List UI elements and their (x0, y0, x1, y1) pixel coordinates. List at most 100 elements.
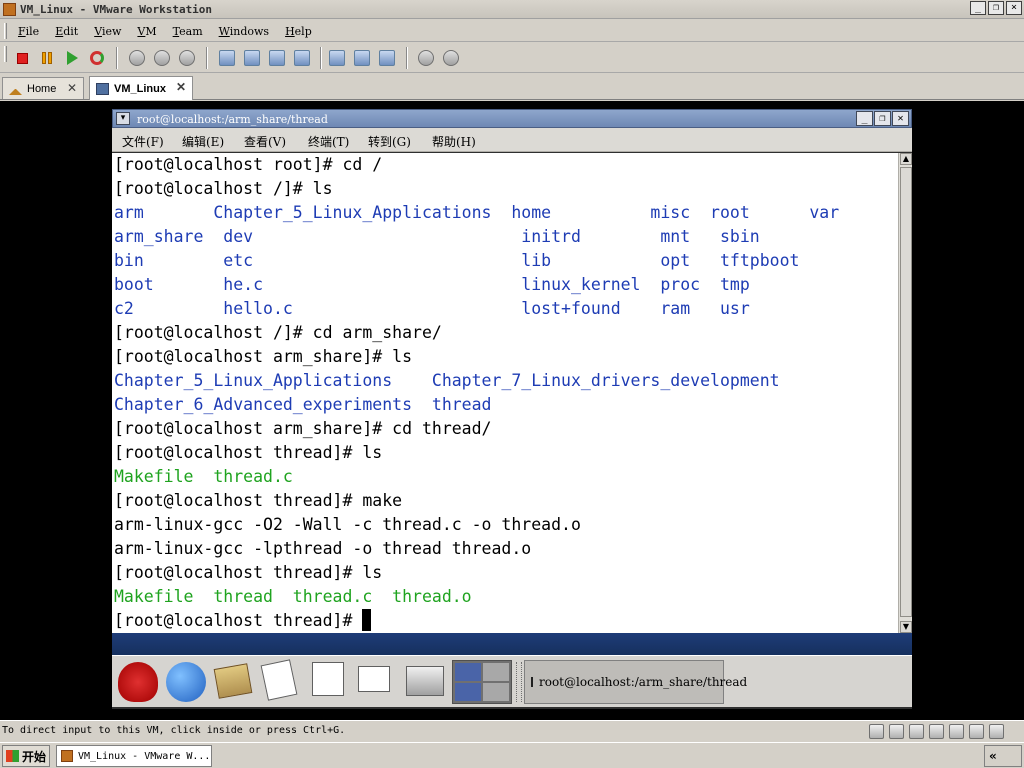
toolbar-separator (206, 47, 208, 69)
tray-expand-button[interactable]: « (984, 745, 1022, 767)
menu-help[interactable]: Help (285, 25, 312, 38)
terminal-menu-edit[interactable]: 编辑(E) (182, 133, 224, 150)
suspend-button[interactable] (37, 48, 57, 68)
guest-panel: root@localhost:/arm_share/thread (112, 655, 912, 707)
network-icon[interactable] (929, 724, 944, 739)
menu-view[interactable]: View (94, 25, 121, 38)
terminal-line: [root@localhost thread]# make (114, 491, 403, 510)
redhat-menu-icon[interactable] (118, 662, 158, 702)
terminal-line: [root@localhost thread]# ls (114, 443, 383, 462)
web-browser-icon[interactable] (166, 662, 206, 702)
terminal-title-bar[interactable]: ▾ root@localhost:/arm_share/thread _ ❐ ✕ (112, 109, 912, 128)
terminal-line: arm Chapter_5_Linux_Applications home mi… (114, 203, 840, 222)
tab-home-close-icon[interactable]: ✕ (67, 81, 77, 95)
power-on-button[interactable] (62, 48, 82, 68)
menu-vm[interactable]: VM (137, 25, 156, 38)
restore-button[interactable]: ❐ (988, 1, 1004, 15)
terminal-prompt-line: [root@localhost thread]# (114, 609, 898, 633)
spreadsheet-icon[interactable] (312, 662, 344, 696)
terminal-prompt: [root@localhost thread]# (114, 611, 363, 630)
toolbar-separator (406, 47, 408, 69)
hard-disk-icon[interactable] (869, 724, 884, 739)
terminal-task-button[interactable]: root@localhost:/arm_share/thread (524, 660, 747, 704)
workspace-pager[interactable] (452, 660, 512, 704)
menu-edit[interactable]: Edit (55, 25, 78, 38)
printer-icon[interactable] (406, 666, 444, 696)
message-log-icon[interactable] (989, 724, 1004, 739)
menu-team[interactable]: Team (173, 25, 203, 38)
scroll-up-icon[interactable]: ▲ (900, 153, 912, 165)
full-screen-button[interactable] (267, 48, 287, 68)
vm-console[interactable]: ▾ root@localhost:/arm_share/thread _ ❐ ✕… (0, 101, 1024, 720)
record-button[interactable] (416, 48, 436, 68)
close-button[interactable]: × (1006, 1, 1022, 15)
snapshot-manager-button[interactable] (177, 48, 197, 68)
presentation-icon[interactable] (358, 666, 390, 692)
writer-icon[interactable] (260, 659, 298, 701)
terminal-menu-help[interactable]: 帮助(H) (432, 133, 476, 150)
cdrom-icon[interactable] (889, 724, 904, 739)
sound-icon[interactable] (969, 724, 984, 739)
terminal-task-icon (531, 677, 533, 687)
pause-icon (42, 52, 52, 64)
terminal-menu-goto[interactable]: 转到(G) (368, 133, 411, 150)
vmware-app-icon[interactable] (3, 3, 16, 16)
floppy-icon[interactable] (909, 724, 924, 739)
terminal-line: [root@localhost arm_share]# cd thread/ (114, 419, 492, 438)
terminal-close-button[interactable]: ✕ (892, 111, 909, 126)
minimize-button[interactable]: _ (970, 1, 986, 15)
terminal-line: [root@localhost root]# cd / (114, 155, 383, 174)
terminal-maximize-button[interactable]: ❐ (874, 111, 891, 126)
appliance-view-button[interactable] (352, 48, 372, 68)
console-view-button[interactable] (377, 48, 397, 68)
window-menu-icon[interactable]: ▾ (116, 112, 130, 125)
revert-snapshot-button[interactable] (152, 48, 172, 68)
terminal-line: boot he.c linux_kernel proc tmp (114, 275, 750, 294)
workspace-3[interactable] (455, 683, 481, 701)
terminal-menu-bar: 文件(F) 编辑(E) 查看(V) 终端(T) 转到(G) 帮助(H) (112, 128, 912, 152)
terminal-output[interactable]: [root@localhost root]# cd / [root@localh… (112, 153, 898, 633)
terminal-line: c2 hello.c lost+found ram usr (114, 299, 750, 318)
summary-view-button[interactable] (327, 48, 347, 68)
vmware-task-label: VM_Linux - VMware W... (78, 750, 211, 762)
show-sidebar-button[interactable] (217, 48, 237, 68)
workspace-1[interactable] (455, 663, 481, 681)
menu-file[interactable]: File (18, 25, 39, 38)
replay-button[interactable] (441, 48, 461, 68)
tab-vm-linux[interactable]: VM_Linux ✕ (89, 76, 193, 100)
toolbar-grip[interactable] (4, 46, 7, 62)
usb-icon[interactable] (949, 724, 964, 739)
record-icon (418, 50, 434, 66)
terminal-menu-file[interactable]: 文件(F) (122, 133, 164, 150)
workspace-2[interactable] (483, 663, 509, 681)
workspace-4[interactable] (483, 683, 509, 701)
terminal-line: [root@localhost /]# ls (114, 179, 333, 198)
windows-logo-icon (6, 750, 19, 762)
replay-icon (443, 50, 459, 66)
unity-button[interactable] (292, 48, 312, 68)
windows-taskbar: 开始 VM_Linux - VMware W... « (0, 742, 1024, 768)
terminal-scrollbar[interactable]: ▲ ▼ (898, 153, 912, 633)
status-bar: To direct input to this VM, click inside… (0, 720, 1024, 742)
start-button[interactable]: 开始 (2, 745, 50, 767)
reset-button[interactable] (87, 48, 107, 68)
vmware-task-button[interactable]: VM_Linux - VMware W... (56, 745, 212, 767)
tab-home[interactable]: Home ✕ (2, 77, 84, 99)
terminal-line: bin etc lib opt tftpboot (114, 251, 800, 270)
terminal-line: arm-linux-gcc -lpthread -o thread thread… (114, 539, 532, 558)
tab-vm-linux-close-icon[interactable]: ✕ (176, 80, 186, 94)
snapshot-button[interactable] (127, 48, 147, 68)
scrollbar-thumb[interactable] (900, 167, 912, 617)
title-bar: VM_Linux - VMware Workstation _ ❐ × (0, 0, 1024, 19)
terminal-minimize-button[interactable]: _ (856, 111, 873, 126)
power-off-button[interactable] (12, 48, 32, 68)
terminal-menu-terminal[interactable]: 终端(T) (308, 133, 349, 150)
menu-grip[interactable] (4, 23, 7, 39)
quick-switch-button[interactable] (242, 48, 262, 68)
scroll-down-icon[interactable]: ▼ (900, 621, 912, 633)
home-icon (9, 83, 22, 95)
guest-desktop[interactable]: ▾ root@localhost:/arm_share/thread _ ❐ ✕… (112, 109, 912, 709)
terminal-menu-view[interactable]: 查看(V) (244, 133, 286, 150)
email-icon[interactable] (213, 663, 253, 699)
menu-windows[interactable]: Windows (219, 25, 269, 38)
